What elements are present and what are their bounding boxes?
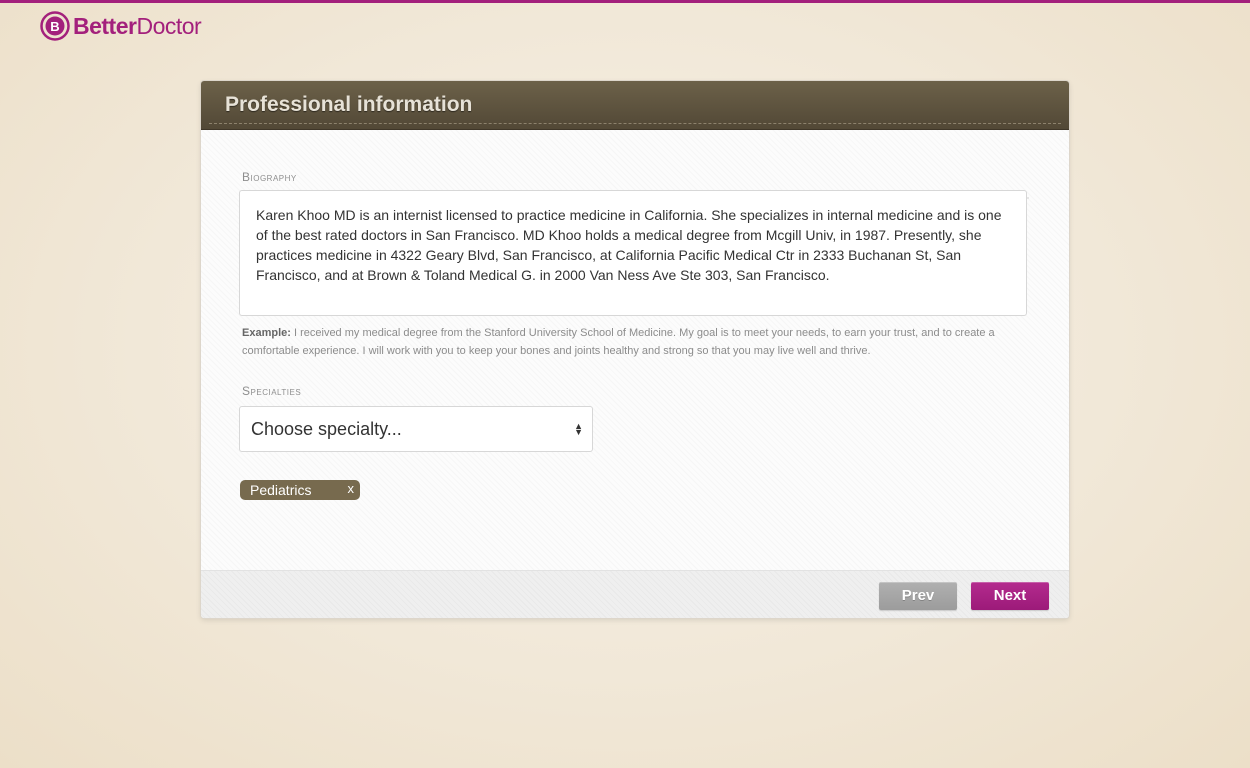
logo-mark-icon: B xyxy=(40,11,70,41)
remove-tag-icon[interactable]: x xyxy=(348,479,355,499)
card-footer: Prev Next xyxy=(201,570,1069,618)
specialty-select-value: Choose specialty... xyxy=(251,419,402,439)
betterdoctor-logo[interactable]: B BetterDoctor xyxy=(40,10,202,42)
specialties-label: Specialties xyxy=(242,384,302,398)
svg-text:B: B xyxy=(50,19,59,34)
example-label: Example: xyxy=(242,327,291,339)
biography-textarea[interactable]: Karen Khoo MD is an internist licensed t… xyxy=(239,190,1027,316)
professional-info-card: Professional information Biography Karen… xyxy=(201,81,1069,618)
page-title: Professional information xyxy=(225,93,473,116)
card-body: Biography Karen Khoo MD is an internist … xyxy=(201,130,1069,570)
specialty-select[interactable]: Choose specialty... ▲ ▼ xyxy=(239,406,593,452)
biography-example: Example: I received my medical degree fr… xyxy=(242,324,1012,360)
specialty-tag-pediatrics: Pediatrics x xyxy=(240,480,360,500)
select-arrows-icon: ▲ ▼ xyxy=(574,421,583,437)
biography-label: Biography xyxy=(242,170,297,184)
card-header: Professional information xyxy=(201,81,1069,130)
next-button[interactable]: Next xyxy=(971,582,1049,610)
prev-button[interactable]: Prev xyxy=(879,582,957,610)
logo-wordmark: BetterDoctor xyxy=(73,12,202,39)
top-accent-bar xyxy=(0,0,1250,3)
specialty-tag-label: Pediatrics xyxy=(250,482,312,498)
example-text: I received my medical degree from the St… xyxy=(242,327,995,357)
header-stitch-divider xyxy=(209,123,1061,124)
